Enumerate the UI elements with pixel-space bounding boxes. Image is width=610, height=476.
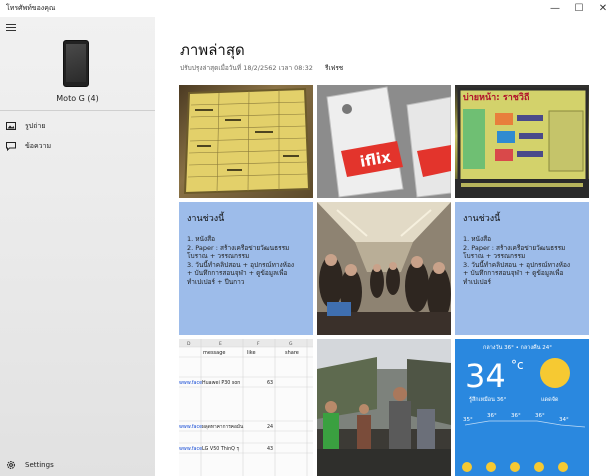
sheet-link: www.face — [179, 380, 202, 386]
main-panel: ภาพล่าสุด ปรับปรุงล่าสุดเมื่อวันที่ 18/2… — [155, 17, 610, 476]
note-line: 2. Paper : สร้างเครือข่ายวัฒนธรรม — [463, 243, 566, 252]
sheet-like: 63 — [267, 380, 273, 386]
weather-temperature: 34 — [465, 357, 506, 395]
sidebar-item-label: รูปถ่าย — [25, 121, 46, 130]
last-updated-text: ปรับปรุงล่าสุดเมื่อวันที่ 18/2/2562 เวลา… — [180, 64, 313, 72]
sidebar-item-settings[interactable]: Settings — [0, 456, 155, 474]
note-line: + บันทึกการสอนจุฬา + ดูข้อมูลเพื่อ — [463, 269, 564, 277]
sign-text: บ่ายหน้า: ราชวิถี — [463, 92, 529, 103]
note-tile-1[interactable]: งานช่วงนี้ 1. หนังสือ 2. Paper : สร้างเค… — [179, 202, 313, 335]
note-line: ทำเปเปอร์ + ปีนกาว — [187, 277, 245, 286]
hamburger-menu-icon[interactable] — [6, 24, 16, 31]
photo-tile-weather[interactable]: กลางวัน 36° • กลางคืน 24° 34 °c รู้สึกเห… — [455, 339, 589, 476]
note-line: โบราณ + วรรณกรรม — [463, 252, 526, 260]
sheet-message: LG V50 ThinQ รุ — [202, 446, 239, 452]
maximize-button[interactable]: ☐ — [568, 0, 590, 17]
spreadsheet-photo-image: D E F G message like share www.face Huaw… — [179, 339, 313, 476]
phone-icon — [63, 40, 89, 87]
hourly-temp: 36° — [535, 413, 545, 419]
sheet-message: ผลุดทาคาการคอมัน — [202, 424, 244, 430]
device-name: Moto G (4) — [56, 94, 99, 103]
sun-icon — [540, 358, 570, 388]
page-title: ภาพล่าสุด — [180, 41, 245, 59]
note-line: 3. วันนี้ทำคลิปสอน + อุปกรณ์ทางห้อง — [463, 260, 571, 269]
sidebar: Moto G (4) รูปถ่าย ข้อความ Settings — [0, 17, 155, 476]
note-title: งานช่วงนี้ — [187, 214, 225, 224]
title-bar: โทรศัพท์ของคุณ — ☐ ✕ — [0, 0, 610, 17]
weather-feels-like: รู้สึกเหมือน 36° — [469, 396, 507, 403]
hourly-temp: 36° — [487, 413, 497, 419]
weather-condition: แดดจัด — [541, 396, 559, 403]
sheet-like: 24 — [267, 424, 273, 430]
calendar-photo-image — [183, 87, 311, 195]
sheet-link: www.face — [179, 424, 202, 430]
note-line: 2. Paper : สร้างเครือข่ายวัฒนธรรม — [187, 243, 290, 252]
photo-tile-spreadsheet[interactable]: D E F G message like share www.face Huaw… — [179, 339, 313, 476]
close-button[interactable]: ✕ — [592, 0, 610, 17]
sheet-header-share: share — [285, 350, 299, 356]
photo-icon — [6, 122, 16, 130]
sheet-link: www.face — [179, 446, 202, 452]
photo-tile-cards[interactable]: iflix — [317, 85, 451, 198]
note-line: 1. หนังสือ — [463, 235, 492, 243]
settings-label: Settings — [25, 461, 54, 469]
window-title: โทรศัพท์ของคุณ — [6, 4, 56, 12]
train-photo-image — [317, 202, 451, 335]
photo-tile-train[interactable] — [317, 202, 451, 335]
note-line: 1. หนังสือ — [187, 235, 216, 243]
note-line: + บันทึกการสอนจุฬา + ดูข้อมูลเพื่อ — [187, 269, 288, 277]
gear-icon — [6, 461, 16, 469]
weather-unit: °c — [511, 358, 524, 372]
hourly-temp: 36° — [511, 413, 521, 419]
column-header: D — [187, 341, 191, 347]
street-photo-image — [317, 339, 451, 476]
photo-tile-sign[interactable]: บ่ายหน้า: ราชวิถี — [455, 85, 589, 198]
column-header: G — [289, 341, 293, 347]
sidebar-item-photos[interactable]: รูปถ่าย — [0, 117, 155, 135]
sidebar-divider — [0, 110, 155, 111]
weather-high-low: กลางวัน 36° • กลางคืน 24° — [483, 344, 552, 351]
note-tile-2[interactable]: งานช่วงนี้ 1. หนังสือ 2. Paper : สร้างเค… — [455, 202, 589, 335]
message-icon — [6, 141, 16, 151]
sheet-like: 43 — [267, 446, 273, 452]
column-header: F — [257, 341, 260, 347]
minimize-button[interactable]: — — [544, 0, 566, 17]
note-line: 3. วันนี้ทำคลิปสอน + อุปกรณ์ทางห้อง — [187, 260, 295, 269]
photo-tile-street[interactable] — [317, 339, 451, 476]
sign-photo-image: บ่ายหน้า: ราชวิถี — [455, 87, 589, 198]
note-line: ทำเปเปอร์ — [463, 277, 492, 286]
note-line: โบราณ + วรรณกรรม — [187, 252, 250, 260]
sidebar-item-label: ข้อความ — [25, 141, 52, 150]
refresh-link[interactable]: รีเฟรช — [325, 63, 343, 73]
sidebar-item-messages[interactable]: ข้อความ — [0, 137, 155, 155]
sheet-header-message: message — [203, 350, 225, 356]
hourly-temp: 35° — [463, 417, 473, 423]
photo-tile-calendar[interactable] — [179, 85, 313, 198]
note-title: งานช่วงนี้ — [463, 214, 501, 224]
sheet-header-like: like — [247, 350, 256, 356]
sheet-message: Huawei P30 son — [202, 380, 240, 386]
column-header: E — [219, 341, 222, 347]
weather-photo-image: กลางวัน 36° • กลางคืน 24° 34 °c รู้สึกเห… — [455, 339, 589, 476]
hourly-temp: 34° — [559, 417, 569, 423]
cards-photo-image: iflix — [317, 85, 451, 198]
